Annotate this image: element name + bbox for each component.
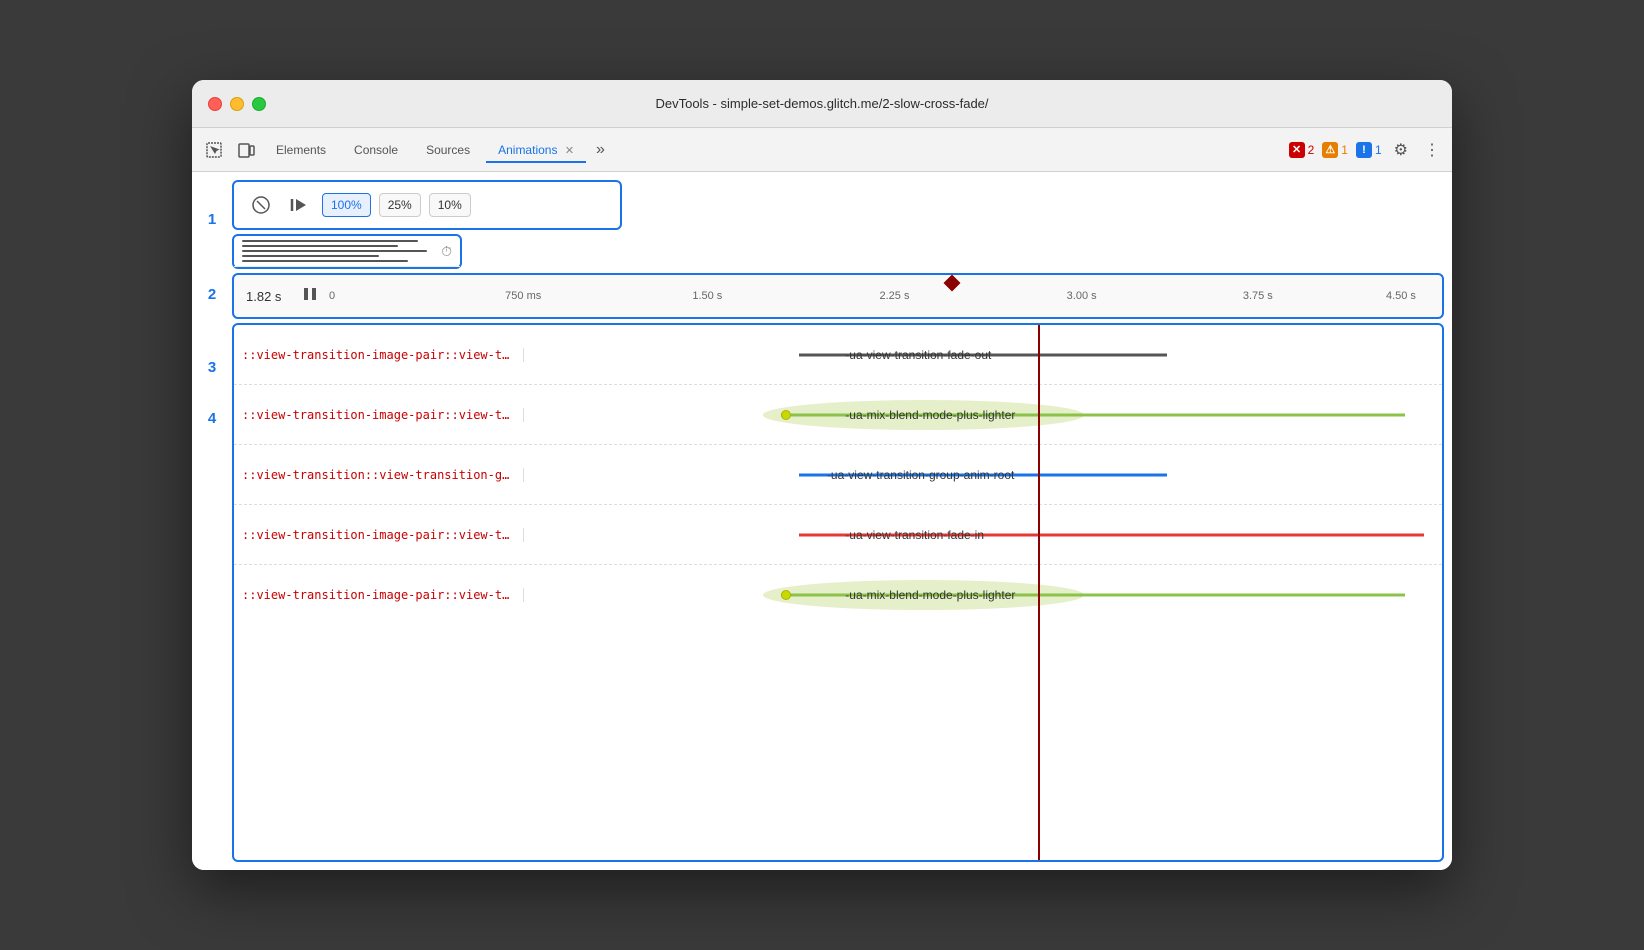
ruler-label-150: 1.50 s bbox=[692, 290, 722, 302]
anim-label-5: ::view-transition-image-pair::view-tra bbox=[234, 588, 524, 602]
anim-label-4: ::view-transition-image-pair::view-tra bbox=[234, 528, 524, 542]
error-count[interactable]: ✕ 2 bbox=[1289, 142, 1315, 158]
tab-console[interactable]: Console bbox=[342, 137, 410, 163]
dot-5 bbox=[781, 590, 791, 600]
annotation-4: 4 bbox=[192, 394, 232, 704]
warning-icon: ⚠ bbox=[1322, 142, 1338, 158]
group-item[interactable]: ⏱ bbox=[234, 236, 460, 267]
tab-close-icon[interactable]: ✕ bbox=[565, 145, 574, 157]
animation-rows: ::view-transition-image-pair::view-tra -… bbox=[232, 323, 1444, 862]
info-icon: ! bbox=[1356, 142, 1372, 158]
maximize-button[interactable] bbox=[252, 97, 266, 111]
panels-wrapper: 100% 25% 10% ⏱ bbox=[232, 172, 1452, 870]
anim-track-2: -ua-mix-blend-mode-plus-lighter bbox=[524, 385, 1442, 444]
warning-count[interactable]: ⚠ 1 bbox=[1322, 142, 1348, 158]
anim-track-1: -ua-view-transition-fade-out bbox=[524, 325, 1442, 384]
speed-100-button[interactable]: 100% bbox=[322, 193, 371, 217]
anim-row-2: ::view-transition-image-pair::view-tra -… bbox=[234, 385, 1442, 445]
animation-controls: 100% 25% 10% bbox=[232, 180, 622, 230]
timeline-ruler: 1.82 s 0 750 ms 1.50 s 2.25 s 3.00 s bbox=[232, 273, 1444, 319]
device-icon[interactable] bbox=[232, 136, 260, 164]
toolbar: Elements Console Sources Animations ✕ » … bbox=[192, 128, 1452, 172]
window-controls bbox=[208, 97, 266, 111]
ruler-label-375: 3.75 s bbox=[1243, 290, 1273, 302]
close-button[interactable] bbox=[208, 97, 222, 111]
speed-10-button[interactable]: 10% bbox=[429, 193, 471, 217]
more-menu-icon[interactable]: ⋮ bbox=[1420, 136, 1444, 164]
main-content: 1 2 3 4 bbox=[192, 172, 1452, 870]
info-count[interactable]: ! 1 bbox=[1356, 142, 1382, 158]
group-lines bbox=[242, 240, 437, 262]
ruler-label-750: 750 ms bbox=[505, 290, 541, 302]
devtools-panel: Elements Console Sources Animations ✕ » … bbox=[192, 128, 1452, 870]
animation-groups: ⏱ bbox=[232, 234, 462, 269]
annotation-3: 3 bbox=[192, 340, 232, 394]
anim-row-3: ::view-transition::view-transition-gro -… bbox=[234, 445, 1442, 505]
title-bar: DevTools - simple-set-demos.glitch.me/2-… bbox=[192, 80, 1452, 128]
ruler: 0 750 ms 1.50 s 2.25 s 3.00 s 3.75 s 4.5… bbox=[329, 281, 1430, 311]
current-time: 1.82 s bbox=[246, 289, 301, 304]
speed-25-button[interactable]: 25% bbox=[379, 193, 421, 217]
play-button[interactable] bbox=[284, 190, 314, 220]
anim-name-2: -ua-mix-blend-mode-plus-lighter bbox=[845, 408, 1015, 422]
dot-2 bbox=[781, 410, 791, 420]
toolbar-right: ✕ 2 ⚠ 1 ! 1 ⚙ ⋮ bbox=[1289, 136, 1444, 164]
error-icon: ✕ bbox=[1289, 142, 1305, 158]
more-tabs-icon[interactable]: » bbox=[590, 137, 611, 163]
minimize-button[interactable] bbox=[230, 97, 244, 111]
ruler-label-450: 4.50 s bbox=[1386, 290, 1416, 302]
anim-name-4: -ua-view-transition-fade-in bbox=[845, 528, 984, 542]
annotation-2: 2 bbox=[192, 248, 232, 340]
anim-track-4: -ua-view-transition-fade-in bbox=[524, 505, 1442, 564]
anim-row-1: ::view-transition-image-pair::view-tra -… bbox=[234, 325, 1442, 385]
annotation-column: 1 2 3 4 bbox=[192, 172, 232, 870]
tab-elements[interactable]: Elements bbox=[264, 137, 338, 163]
anim-row-5: ::view-transition-image-pair::view-tra -… bbox=[234, 565, 1442, 625]
anim-name-3: -ua-view-transition-group-anim-root bbox=[827, 468, 1014, 482]
anim-name-5: -ua-mix-blend-mode-plus-lighter bbox=[845, 588, 1015, 602]
tab-sources[interactable]: Sources bbox=[414, 137, 482, 163]
pause-icon[interactable] bbox=[301, 285, 319, 308]
devtools-window: DevTools - simple-set-demos.glitch.me/2-… bbox=[192, 80, 1452, 870]
ruler-label-300: 3.00 s bbox=[1067, 290, 1097, 302]
anim-label-1: ::view-transition-image-pair::view-tra bbox=[234, 348, 524, 362]
inspect-icon[interactable] bbox=[200, 136, 228, 164]
annotation-1: 1 bbox=[192, 190, 232, 248]
anim-label-3: ::view-transition::view-transition-gro bbox=[234, 468, 524, 482]
ruler-label-0: 0 bbox=[329, 290, 335, 302]
anim-label-2: ::view-transition-image-pair::view-tra bbox=[234, 408, 524, 422]
clear-button[interactable] bbox=[246, 190, 276, 220]
window-title: DevTools - simple-set-demos.glitch.me/2-… bbox=[655, 96, 988, 111]
settings-icon[interactable]: ⚙ bbox=[1390, 136, 1412, 164]
anim-row-4: ::view-transition-image-pair::view-tra -… bbox=[234, 505, 1442, 565]
anim-track-5: -ua-mix-blend-mode-plus-lighter bbox=[524, 565, 1442, 625]
tab-animations[interactable]: Animations ✕ bbox=[486, 137, 586, 163]
anim-track-3: -ua-view-transition-group-anim-root bbox=[524, 445, 1442, 504]
ruler-label-225: 2.25 s bbox=[880, 290, 910, 302]
anim-name-1: -ua-view-transition-fade-out bbox=[845, 348, 991, 362]
clock-icon: ⏱ bbox=[441, 243, 452, 260]
scrubber-marker[interactable] bbox=[943, 275, 960, 292]
